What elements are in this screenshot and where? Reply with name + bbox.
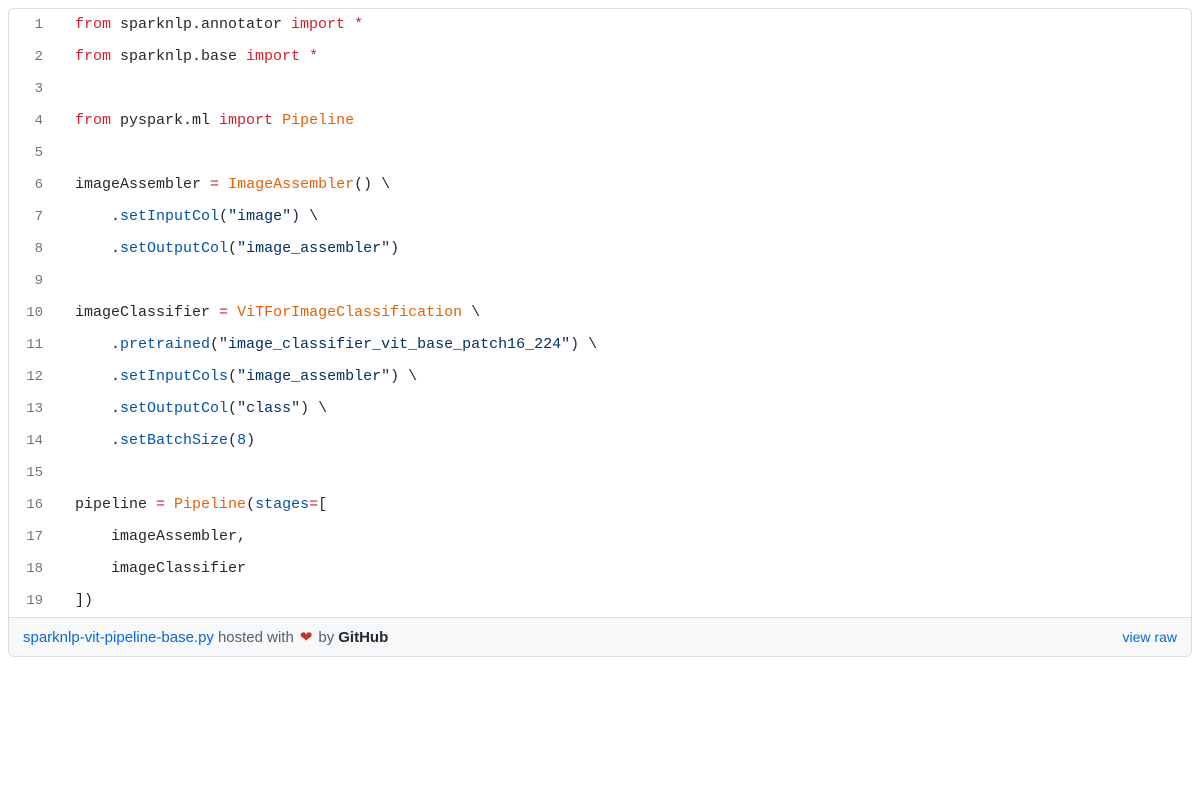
line-number: 14	[9, 427, 59, 456]
gist-container: 1from sparknlp.annotator import *2from s…	[8, 8, 1192, 657]
code-line: 2from sparknlp.base import *	[9, 41, 1191, 73]
line-number: 13	[9, 395, 59, 424]
line-content[interactable]: from pyspark.ml import Pipeline	[59, 105, 354, 137]
gist-meta-bar: sparknlp-vit-pipeline-base.py hosted wit…	[9, 617, 1191, 656]
line-content[interactable]	[59, 457, 84, 489]
line-number: 4	[9, 107, 59, 136]
line-number: 5	[9, 139, 59, 168]
code-line: 15	[9, 457, 1191, 489]
line-number: 6	[9, 171, 59, 200]
line-content[interactable]: .setInputCols("image_assembler") \	[59, 361, 417, 393]
line-number: 11	[9, 331, 59, 360]
line-number: 12	[9, 363, 59, 392]
line-content[interactable]: imageClassifier	[59, 553, 246, 585]
line-content[interactable]	[59, 265, 84, 297]
line-content[interactable]: .setInputCol("image") \	[59, 201, 318, 233]
code-line: 11 .pretrained("image_classifier_vit_bas…	[9, 329, 1191, 361]
line-content[interactable]	[59, 73, 84, 105]
code-line: 13 .setOutputCol("class") \	[9, 393, 1191, 425]
line-number: 19	[9, 587, 59, 616]
gist-meta-left: sparknlp-vit-pipeline-base.py hosted wit…	[23, 628, 388, 646]
hosted-with-text: hosted with	[218, 629, 294, 646]
line-content[interactable]: .setOutputCol("class") \	[59, 393, 327, 425]
line-number: 18	[9, 555, 59, 584]
line-number: 16	[9, 491, 59, 520]
line-number: 3	[9, 75, 59, 104]
code-line: 1from sparknlp.annotator import *	[9, 9, 1191, 41]
code-line: 6imageAssembler = ImageAssembler() \	[9, 169, 1191, 201]
code-line: 8 .setOutputCol("image_assembler")	[9, 233, 1191, 265]
line-content[interactable]: .setOutputCol("image_assembler")	[59, 233, 399, 265]
line-content[interactable]: ])	[59, 585, 93, 617]
code-line: 19])	[9, 585, 1191, 617]
code-line: 18 imageClassifier	[9, 553, 1191, 585]
code-line: 3	[9, 73, 1191, 105]
by-text: by	[318, 629, 334, 646]
line-number: 17	[9, 523, 59, 552]
line-content[interactable]: .setBatchSize(8)	[59, 425, 255, 457]
code-line: 12 .setInputCols("image_assembler") \	[9, 361, 1191, 393]
line-number: 15	[9, 459, 59, 488]
line-content[interactable]: imageClassifier = ViTForImageClassificat…	[59, 297, 480, 329]
code-line: 9	[9, 265, 1191, 297]
view-raw-link[interactable]: view raw	[1123, 629, 1177, 645]
code-line: 17 imageAssembler,	[9, 521, 1191, 553]
line-content[interactable]: from sparknlp.annotator import *	[59, 9, 363, 41]
line-content[interactable]: imageAssembler,	[59, 521, 246, 553]
code-line: 4from pyspark.ml import Pipeline	[9, 105, 1191, 137]
code-line: 5	[9, 137, 1191, 169]
line-content[interactable]	[59, 137, 84, 169]
gist-filename-link[interactable]: sparknlp-vit-pipeline-base.py	[23, 629, 214, 646]
line-content[interactable]: pipeline = Pipeline(stages=[	[59, 489, 327, 521]
line-content[interactable]: imageAssembler = ImageAssembler() \	[59, 169, 390, 201]
line-number: 10	[9, 299, 59, 328]
code-line: 7 .setInputCol("image") \	[9, 201, 1191, 233]
line-number: 8	[9, 235, 59, 264]
line-number: 2	[9, 43, 59, 72]
line-number: 7	[9, 203, 59, 232]
code-area: 1from sparknlp.annotator import *2from s…	[9, 9, 1191, 617]
code-line: 16pipeline = Pipeline(stages=[	[9, 489, 1191, 521]
heart-icon: ❤	[300, 628, 313, 646]
line-number: 1	[9, 11, 59, 40]
code-line: 10imageClassifier = ViTForImageClassific…	[9, 297, 1191, 329]
github-link[interactable]: GitHub	[338, 629, 388, 646]
code-line: 14 .setBatchSize(8)	[9, 425, 1191, 457]
line-content[interactable]: .pretrained("image_classifier_vit_base_p…	[59, 329, 597, 361]
line-content[interactable]: from sparknlp.base import *	[59, 41, 318, 73]
line-number: 9	[9, 267, 59, 296]
